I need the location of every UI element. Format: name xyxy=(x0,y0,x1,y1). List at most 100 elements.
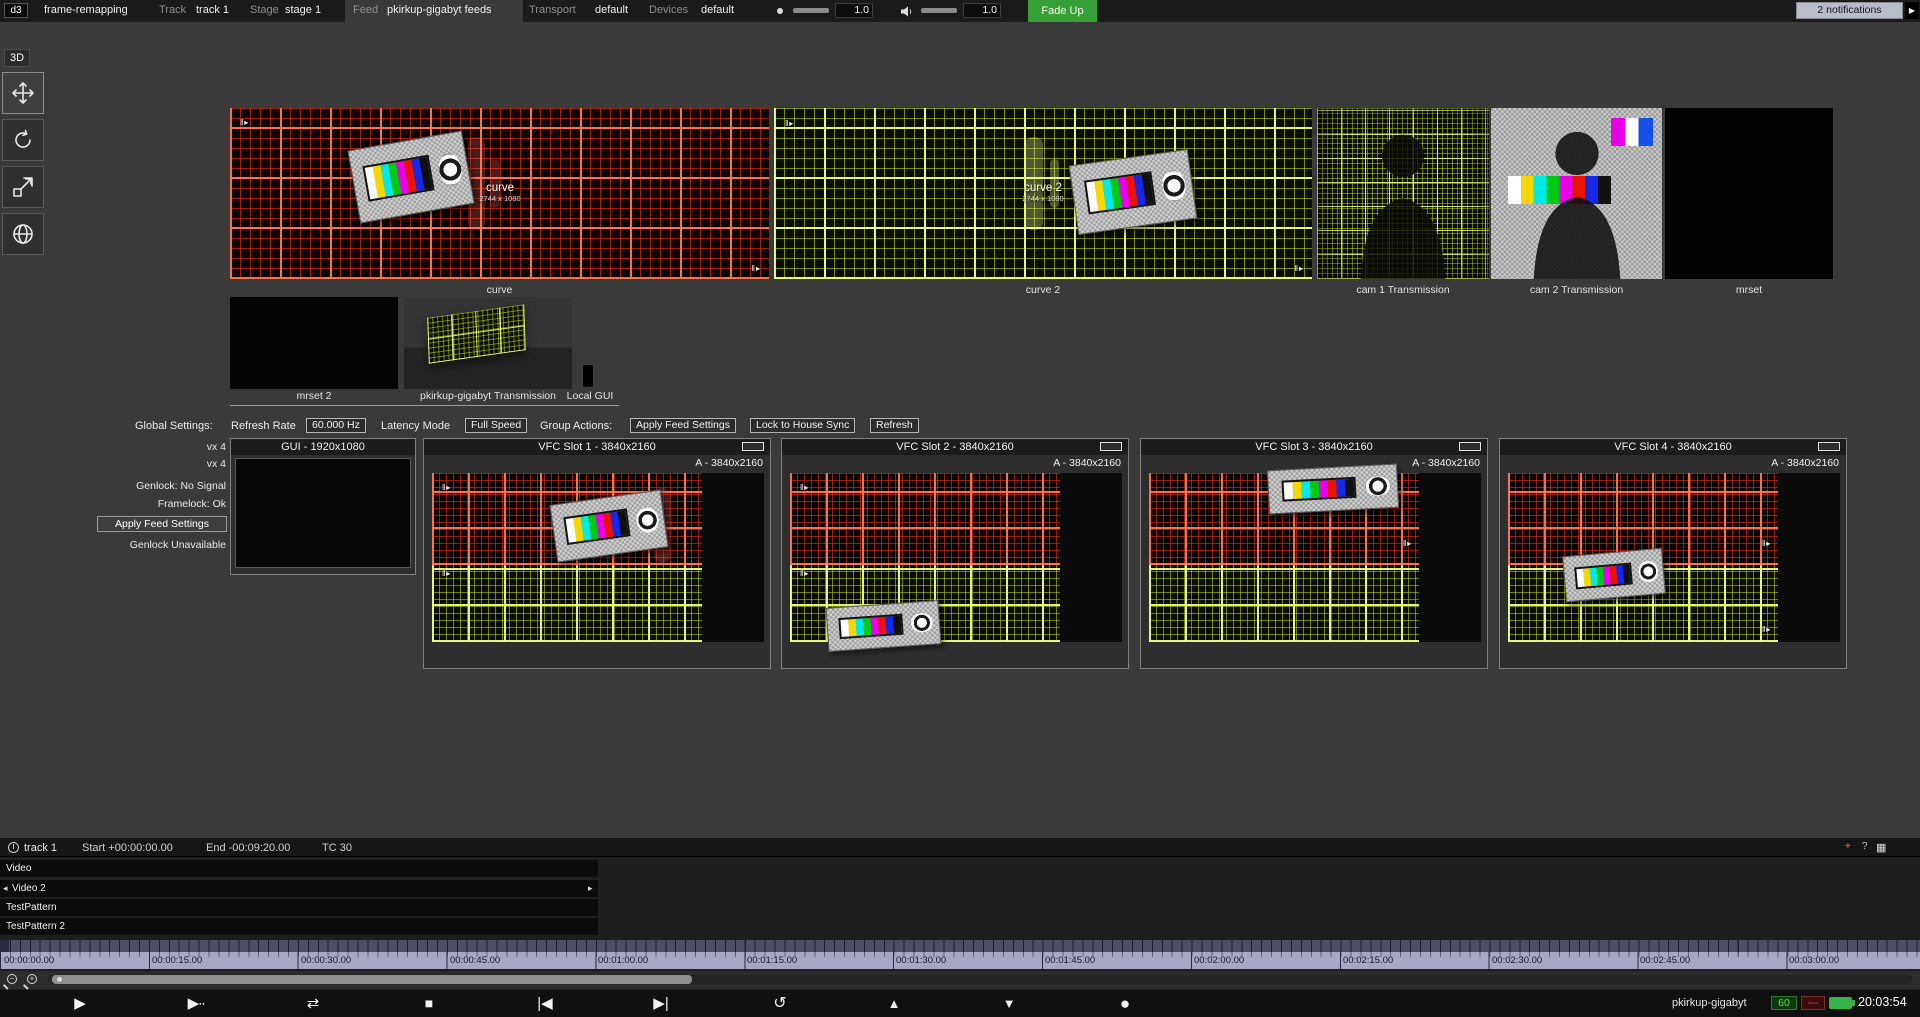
feed-handle-icon[interactable]: ‖▸ xyxy=(1762,625,1771,634)
person-silhouette xyxy=(1518,122,1636,279)
feed-handle-icon[interactable]: ‖▸ xyxy=(1295,264,1304,273)
feed-handle-icon[interactable]: ‖▸ xyxy=(800,483,809,492)
return-to-start-button[interactable]: ↺ xyxy=(757,990,803,1017)
globe-icon xyxy=(11,222,35,246)
playhead[interactable] xyxy=(0,940,9,952)
feed-thumb-cam2[interactable] xyxy=(1491,108,1662,279)
feed-handle-icon[interactable]: ‖▸ xyxy=(442,569,451,578)
latency-mode-value[interactable]: Full Speed xyxy=(465,418,527,433)
feed-thumb-mrset2[interactable] xyxy=(230,297,398,389)
apply-feed-settings-button[interactable]: Apply Feed Settings xyxy=(630,418,736,433)
layer-row-testpattern[interactable]: TestPattern xyxy=(0,899,598,916)
grid-icon[interactable]: ▦ xyxy=(1876,841,1886,854)
feed-handle-icon[interactable]: ‖▸ xyxy=(240,118,249,127)
track-name[interactable]: track 1 xyxy=(24,842,57,854)
lock-to-house-sync-button[interactable]: Lock to House Sync xyxy=(750,418,855,433)
status-fps-badge: 60 xyxy=(1771,996,1797,1010)
feed-thumb-curve[interactable]: ‖▸ ‖▸ curve 2744 x 1080 xyxy=(230,108,769,279)
output-checkbox[interactable] xyxy=(1818,442,1840,451)
color-bars xyxy=(1574,562,1633,589)
feed-handle-icon[interactable]: ‖▸ xyxy=(1762,539,1771,548)
chevron-right-icon[interactable]: ▸ xyxy=(588,880,593,897)
scale-icon xyxy=(11,175,35,199)
feed-label-cam2: cam 2 Transmission xyxy=(1491,284,1662,297)
screen-name-overlay: curve 2 2744 x 1080 xyxy=(983,182,1103,203)
machine-name-gui: vx 4 xyxy=(20,441,226,453)
feed-thumb-curve2[interactable]: ‖▸ ‖▸ curve 2 2744 x 1080 xyxy=(774,108,1312,279)
devices-menu-value[interactable]: default xyxy=(701,4,734,16)
output-preview[interactable]: ‖▸ ‖▸ xyxy=(790,473,1122,642)
feed-handle-icon[interactable]: ‖▸ xyxy=(1403,539,1412,548)
feed-handle-icon[interactable]: ‖▸ xyxy=(785,119,794,128)
zoom-in-icon[interactable]: + xyxy=(27,974,37,984)
feed-thumb-local-gui[interactable] xyxy=(582,364,594,388)
divider xyxy=(230,405,619,406)
layer-row-video2[interactable]: ◂ Video 2 ▸ xyxy=(0,880,598,897)
view-mode-3d[interactable]: 3D xyxy=(4,49,30,67)
move-tool-button[interactable] xyxy=(2,72,44,114)
volume-value[interactable]: 1.0 xyxy=(963,3,1001,18)
record-button[interactable]: ● xyxy=(1102,990,1148,1017)
machine-name-vfc: vx 4 xyxy=(20,458,226,470)
layer-row-testpattern2[interactable]: TestPattern 2 xyxy=(0,918,598,935)
loop-button[interactable]: ⇄ xyxy=(290,990,336,1017)
fade-up-button[interactable]: Fade Up xyxy=(1028,0,1097,22)
ruler-label: 00:02:15.00 xyxy=(1343,955,1393,966)
previous-section-button[interactable]: |◀ xyxy=(522,990,568,1017)
stage-menu-value[interactable]: stage 1 xyxy=(285,4,321,16)
screen-name-overlay: curve 2744 x 1080 xyxy=(440,182,560,203)
ruler-label: 00:00:45.00 xyxy=(450,955,500,966)
globe-tool-button[interactable] xyxy=(2,213,44,255)
project-name[interactable]: frame-remapping xyxy=(44,4,128,16)
clock-icon xyxy=(8,842,19,853)
notifications-button[interactable]: 2 notifications xyxy=(1796,2,1903,19)
play-section-button[interactable]: ▶∙∙ xyxy=(173,990,219,1017)
scale-tool-button[interactable] xyxy=(2,166,44,208)
volume-slider[interactable] xyxy=(921,8,957,13)
feed-handle-icon[interactable]: ‖▸ xyxy=(442,483,451,492)
track-start-time[interactable]: Start +00:00:00.00 xyxy=(82,842,173,854)
output-checkbox[interactable] xyxy=(1100,442,1122,451)
refresh-rate-value[interactable]: 60.000 Hz xyxy=(306,418,366,433)
track-timecode-format[interactable]: TC 30 xyxy=(322,842,352,854)
notifications-expand-icon[interactable]: ▶ xyxy=(1905,2,1919,19)
layer-row-video[interactable]: Video xyxy=(0,860,598,877)
apply-feed-settings-machine-button[interactable]: Apply Feed Settings xyxy=(97,516,227,532)
up-button[interactable]: ▲ xyxy=(871,990,917,1017)
output-preview[interactable]: ‖▸ ‖▸ xyxy=(432,473,764,642)
feed-thumb-cam1[interactable] xyxy=(1317,108,1489,279)
output-preview[interactable]: ‖▸ xyxy=(1149,473,1481,642)
output-preview[interactable]: ‖▸ ‖▸ xyxy=(1508,473,1840,642)
feed-tab[interactable]: Feed pkirkup-gigabyt feeds xyxy=(345,0,523,22)
feed-handle-icon[interactable]: ‖▸ xyxy=(752,264,761,273)
axis-icon[interactable]: + xyxy=(1845,841,1851,852)
timeline-ruler-beats[interactable] xyxy=(0,940,1920,952)
transport-menu-value[interactable]: default xyxy=(595,4,628,16)
track-end-time[interactable]: End -00:09:20.00 xyxy=(206,842,290,854)
feed-menu-value: pkirkup-gigabyt feeds xyxy=(387,4,492,16)
zoom-out-icon[interactable]: − xyxy=(7,974,17,984)
brightness-value[interactable]: 1.0 xyxy=(835,3,873,18)
help-icon[interactable]: ? xyxy=(1862,841,1868,852)
screen-resolution: 2744 x 1080 xyxy=(983,194,1103,203)
gui-output-preview[interactable] xyxy=(235,458,411,568)
devices-menu-label: Devices xyxy=(649,4,688,16)
next-section-button[interactable]: ▶| xyxy=(638,990,684,1017)
feed-handle-icon[interactable]: ‖▸ xyxy=(800,569,809,578)
output-checkbox[interactable] xyxy=(742,442,764,451)
d3-logo[interactable]: d3 xyxy=(4,3,28,18)
rotate-tool-button[interactable] xyxy=(2,119,44,161)
chevron-left-icon[interactable]: ◂ xyxy=(3,880,8,897)
black-region xyxy=(1060,473,1122,642)
refresh-button[interactable]: Refresh xyxy=(870,418,919,433)
feed-thumb-mrset[interactable] xyxy=(1665,108,1833,279)
stop-button[interactable]: ■ xyxy=(406,990,452,1017)
play-button[interactable]: ▶ xyxy=(57,990,103,1017)
track-menu-value[interactable]: track 1 xyxy=(196,4,229,16)
feed-thumb-pkirkup-transmission[interactable] xyxy=(404,297,572,389)
down-button[interactable]: ▼ xyxy=(986,990,1032,1017)
timeline-scrollbar-thumb[interactable] xyxy=(52,975,692,984)
output-checkbox[interactable] xyxy=(1459,442,1481,451)
brightness-slider[interactable] xyxy=(793,8,829,13)
person-silhouette xyxy=(1345,125,1460,279)
